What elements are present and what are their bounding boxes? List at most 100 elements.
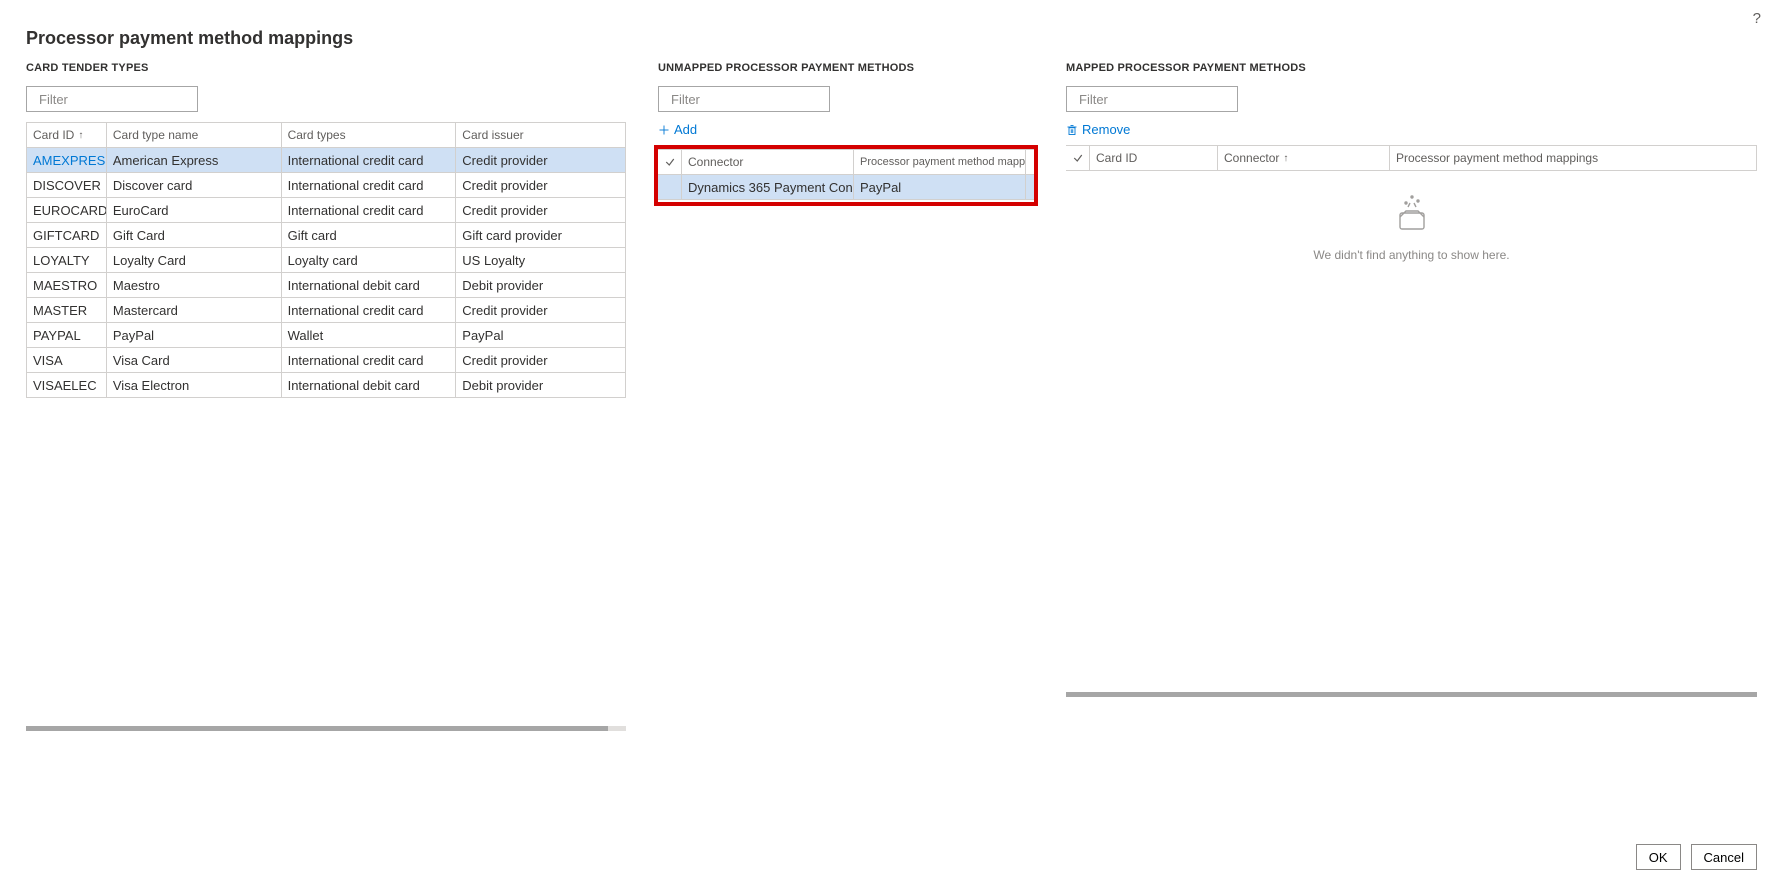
cell-card-type-name: Mastercard bbox=[107, 298, 282, 322]
cell-card-issuer: Credit provider bbox=[456, 173, 626, 197]
mapped-filter[interactable] bbox=[1066, 86, 1238, 112]
mapped-title: MAPPED PROCESSOR PAYMENT METHODS bbox=[1066, 62, 1757, 74]
cell-card-id[interactable]: VISAELEC bbox=[27, 373, 107, 397]
plus-icon bbox=[658, 124, 670, 136]
unmapped-highlight-box: Connector Processor payment method mappi… bbox=[654, 145, 1038, 206]
sort-asc-icon: ↑ bbox=[78, 130, 83, 141]
cell-card-id[interactable]: VISA bbox=[27, 348, 107, 372]
horizontal-scrollbar[interactable] bbox=[26, 726, 626, 731]
cell-card-issuer: Credit provider bbox=[456, 148, 626, 172]
unmapped-title: UNMAPPED PROCESSOR PAYMENT METHODS bbox=[658, 62, 1034, 74]
cell-card-type-name: Discover card bbox=[107, 173, 282, 197]
empty-message: We didn't find anything to show here. bbox=[1066, 248, 1757, 262]
col-card-id[interactable]: Card ID bbox=[1090, 146, 1218, 170]
cell-card-type-name: Loyalty Card bbox=[107, 248, 282, 272]
table-header-row: Card ID ↑ Card type name Card types Card … bbox=[27, 123, 626, 148]
cell-card-type-name: EuroCard bbox=[107, 198, 282, 222]
col-card-id-label: Card ID bbox=[33, 128, 74, 142]
unmapped-filter-input[interactable] bbox=[669, 91, 849, 108]
cell-card-id[interactable]: DISCOVER bbox=[27, 173, 107, 197]
mapped-filter-input[interactable] bbox=[1077, 91, 1257, 108]
horizontal-scrollbar[interactable] bbox=[1066, 692, 1757, 697]
cell-card-types: Loyalty card bbox=[282, 248, 457, 272]
cell-card-id[interactable]: LOYALTY bbox=[27, 248, 107, 272]
table-row[interactable]: Dynamics 365 Payment Connect...PayPal bbox=[658, 175, 1034, 200]
table-row[interactable]: LOYALTYLoyalty CardLoyalty cardUS Loyalt… bbox=[27, 248, 626, 273]
col-mappings[interactable]: Processor payment method mappings bbox=[1390, 146, 1757, 170]
table-header-row: Card ID Connector ↑ Processor payment met… bbox=[1066, 146, 1757, 171]
add-button[interactable]: Add bbox=[658, 122, 697, 137]
ok-button[interactable]: OK bbox=[1636, 844, 1681, 870]
cell-card-id[interactable]: AMEXPRESS bbox=[27, 148, 107, 172]
cell-card-type-name: PayPal bbox=[107, 323, 282, 347]
card-tender-filter[interactable] bbox=[26, 86, 198, 112]
col-card-types[interactable]: Card types bbox=[282, 123, 457, 147]
cell-card-type-name: Visa Electron bbox=[107, 373, 282, 397]
col-select-all[interactable] bbox=[658, 150, 682, 174]
cell-card-id[interactable]: EUROCARD bbox=[27, 198, 107, 222]
sort-asc-icon: ↑ bbox=[1283, 153, 1288, 164]
table-row[interactable]: EUROCARDEuroCardInternational credit car… bbox=[27, 198, 626, 223]
help-icon[interactable]: ? bbox=[1753, 10, 1761, 27]
cell-card-types: International credit card bbox=[282, 173, 457, 197]
cell-connector: Dynamics 365 Payment Connect... bbox=[682, 175, 854, 199]
cell-card-issuer: Credit provider bbox=[456, 348, 626, 372]
col-connector-label: Connector bbox=[1224, 151, 1279, 165]
table-row[interactable]: VISAVisa CardInternational credit cardCr… bbox=[27, 348, 626, 373]
cell-card-type-name: American Express bbox=[107, 148, 282, 172]
cell-card-issuer: PayPal bbox=[456, 323, 626, 347]
col-connector[interactable]: Connector ↑ bbox=[1218, 146, 1390, 170]
cell-card-type-name: Maestro bbox=[107, 273, 282, 297]
col-mappings[interactable]: Processor payment method mappings bbox=[854, 150, 1026, 174]
cell-card-types: International credit card bbox=[282, 298, 457, 322]
cancel-button[interactable]: Cancel bbox=[1691, 844, 1757, 870]
cell-card-id[interactable]: MAESTRO bbox=[27, 273, 107, 297]
col-card-type-name[interactable]: Card type name bbox=[107, 123, 282, 147]
table-row[interactable]: MASTERMastercardInternational credit car… bbox=[27, 298, 626, 323]
cell-card-issuer: Debit provider bbox=[456, 373, 626, 397]
unmapped-filter[interactable] bbox=[658, 86, 830, 112]
mapped-grid: Card ID Connector ↑ Processor payment met… bbox=[1066, 145, 1757, 171]
cell-card-type-name: Visa Card bbox=[107, 348, 282, 372]
cell-card-types: International credit card bbox=[282, 148, 457, 172]
card-tender-types-title: CARD TENDER TYPES bbox=[26, 62, 626, 74]
table-row[interactable]: GIFTCARDGift CardGift cardGift card prov… bbox=[27, 223, 626, 248]
card-tender-types-panel: CARD TENDER TYPES Card ID ↑ Card type nam… bbox=[26, 62, 626, 731]
cell-card-id[interactable]: PAYPAL bbox=[27, 323, 107, 347]
cell-card-id[interactable]: GIFTCARD bbox=[27, 223, 107, 247]
trash-icon bbox=[1066, 124, 1078, 136]
cell-card-issuer: Credit provider bbox=[456, 298, 626, 322]
cell-card-issuer: US Loyalty bbox=[456, 248, 626, 272]
cell-card-types: Gift card bbox=[282, 223, 457, 247]
table-row[interactable]: PAYPALPayPalWalletPayPal bbox=[27, 323, 626, 348]
cell-card-issuer: Gift card provider bbox=[456, 223, 626, 247]
cell-card-types: International credit card bbox=[282, 198, 457, 222]
empty-box-icon bbox=[1388, 189, 1436, 237]
cell-select[interactable] bbox=[658, 175, 682, 199]
table-row[interactable]: VISAELECVisa ElectronInternational debit… bbox=[27, 373, 626, 398]
cell-card-types: International debit card bbox=[282, 373, 457, 397]
cell-card-id[interactable]: MASTER bbox=[27, 298, 107, 322]
unmapped-grid: Connector Processor payment method mappi… bbox=[658, 149, 1034, 200]
cell-card-types: International debit card bbox=[282, 273, 457, 297]
col-card-id[interactable]: Card ID ↑ bbox=[27, 123, 107, 147]
col-select-all[interactable] bbox=[1066, 146, 1090, 170]
col-connector[interactable]: Connector bbox=[682, 150, 854, 174]
cell-card-issuer: Debit provider bbox=[456, 273, 626, 297]
dialog-footer: OK Cancel bbox=[1636, 844, 1757, 870]
cell-mappings: PayPal bbox=[854, 175, 1026, 199]
mapped-panel: MAPPED PROCESSOR PAYMENT METHODS Remove … bbox=[1066, 62, 1757, 731]
table-row[interactable]: DISCOVERDiscover cardInternational credi… bbox=[27, 173, 626, 198]
unmapped-panel: UNMAPPED PROCESSOR PAYMENT METHODS Add C… bbox=[658, 62, 1034, 731]
check-icon bbox=[1072, 152, 1084, 164]
remove-label: Remove bbox=[1082, 122, 1130, 137]
page-title: Processor payment method mappings bbox=[26, 28, 353, 49]
empty-state: We didn't find anything to show here. bbox=[1066, 171, 1757, 262]
cell-card-issuer: Credit provider bbox=[456, 198, 626, 222]
table-row[interactable]: AMEXPRESSAmerican ExpressInternational c… bbox=[27, 148, 626, 173]
cell-card-types: International credit card bbox=[282, 348, 457, 372]
col-card-issuer[interactable]: Card issuer bbox=[456, 123, 626, 147]
table-row[interactable]: MAESTROMaestroInternational debit cardDe… bbox=[27, 273, 626, 298]
card-tender-filter-input[interactable] bbox=[37, 91, 217, 108]
remove-button[interactable]: Remove bbox=[1066, 122, 1130, 137]
